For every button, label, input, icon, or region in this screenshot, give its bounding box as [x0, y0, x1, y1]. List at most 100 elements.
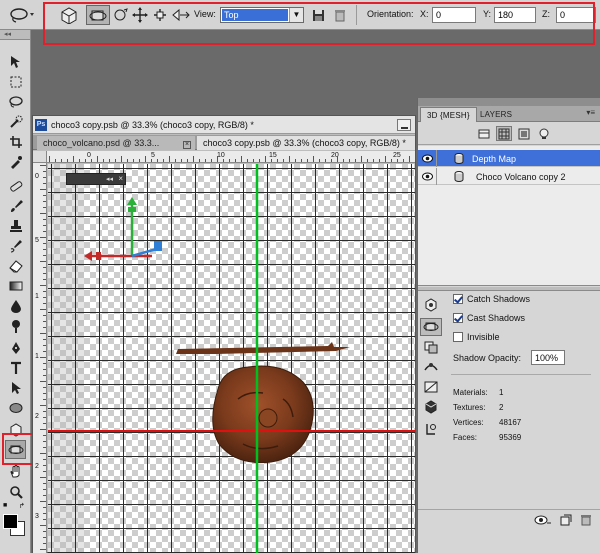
new-item-icon[interactable]	[560, 514, 572, 526]
quick-selection-tool[interactable]	[5, 112, 26, 131]
invisible-checkbox[interactable]	[453, 332, 463, 342]
toolbox-grip[interactable]: ◂◂	[0, 30, 30, 40]
3d-roll-tool[interactable]	[86, 5, 110, 25]
panel-menu-icon[interactable]: ▾≡	[586, 108, 595, 117]
panel-tab-bar: 3D {MESH} LAYERS ▾≡	[418, 106, 600, 122]
cast-shadows-checkbox[interactable]	[453, 313, 463, 323]
shadow-opacity-input[interactable]: 100%	[531, 350, 565, 365]
crop-tool[interactable]	[5, 132, 26, 151]
3d-axis-mini-panel[interactable]: ◂◂ ×	[66, 173, 126, 185]
ruler-tick	[43, 327, 46, 328]
tab-choco-volcano[interactable]: choco_volcano.psd @ 33.3...	[37, 136, 195, 150]
3d-scale-tool[interactable]	[170, 5, 192, 25]
trash-icon[interactable]	[580, 514, 592, 526]
light-filter-button[interactable]	[536, 126, 552, 141]
mesh-slide-button[interactable]	[420, 358, 442, 376]
default-colors-icon[interactable]: ■	[3, 502, 7, 509]
clone-stamp-tool[interactable]	[5, 216, 26, 235]
tab-label: choco_volcano.psd @ 33.3...	[43, 138, 160, 148]
material-filter-button[interactable]	[516, 126, 532, 141]
mesh-transform-button[interactable]	[420, 398, 442, 416]
horizontal-ruler[interactable]: 0 5 10 15 20 25	[47, 151, 415, 163]
mesh-filter-button[interactable]	[496, 126, 512, 141]
lasso-tool[interactable]	[5, 92, 26, 111]
ruler-tick	[40, 213, 46, 214]
3d-slide-tool[interactable]	[150, 5, 170, 25]
type-tool[interactable]	[5, 358, 26, 377]
3d-roll-camera-tool[interactable]	[110, 5, 130, 25]
save-view-button[interactable]	[310, 5, 326, 25]
mesh-roll-button[interactable]	[420, 318, 442, 336]
scene-item-choco-volcano[interactable]: Choco Volcano copy 2	[418, 168, 600, 185]
canvas[interactable]: ◂◂ ×	[48, 164, 415, 553]
eraser-tool[interactable]	[5, 256, 26, 275]
ruler-number: 1	[35, 293, 39, 300]
mesh-cube-icon	[425, 400, 437, 414]
mesh-scale-button[interactable]	[420, 378, 442, 396]
mesh-pan-button[interactable]	[420, 338, 442, 356]
scene-item-depth-map[interactable]: Depth Map	[418, 150, 600, 167]
visibility-eye-icon[interactable]	[422, 172, 433, 181]
panel-splitter[interactable]	[418, 287, 600, 291]
view-select[interactable]: Top ▼	[220, 7, 304, 23]
stamp-icon	[9, 219, 22, 232]
cast-shadows-row[interactable]: Cast Shadows	[453, 311, 525, 325]
hand-tool[interactable]	[5, 462, 26, 481]
foreground-color-swatch[interactable]	[3, 514, 18, 529]
tab-layers[interactable]: LAYERS	[474, 107, 518, 122]
tab-choco3-copy[interactable]: choco3 copy.psb @ 33.3% (choco3 copy, RG…	[197, 136, 415, 150]
orientation-x-input[interactable]: 0	[432, 7, 476, 23]
stat-label: Vertices:	[453, 418, 484, 427]
healing-brush-tool[interactable]	[5, 176, 26, 195]
mesh-rotate-button[interactable]	[420, 296, 442, 314]
gradient-tool[interactable]	[5, 276, 26, 295]
ruler-origin[interactable]	[33, 151, 47, 163]
document-titlebar[interactable]: Ps choco3 copy.psb @ 33.3% (choco3 copy,…	[33, 116, 415, 134]
minimize-button[interactable]	[397, 119, 411, 131]
3d-camera-tool[interactable]	[5, 440, 26, 459]
mesh-reset-button[interactable]	[420, 420, 442, 438]
swap-colors-icon[interactable]: ↱	[19, 502, 25, 510]
invisible-row[interactable]: Invisible	[453, 330, 500, 344]
catch-shadows-checkbox[interactable]	[453, 294, 463, 304]
3d-pan-tool[interactable]	[130, 5, 150, 25]
move-tool[interactable]	[5, 52, 26, 71]
delete-view-button[interactable]	[332, 5, 348, 25]
save-view-icon	[312, 9, 324, 21]
3d-object-rotate-tool[interactable]	[5, 420, 26, 439]
marquee-tool[interactable]	[5, 72, 26, 91]
history-brush-tool[interactable]	[5, 236, 26, 255]
zoom-tool[interactable]	[5, 482, 26, 501]
tab-close-button[interactable]: ×	[177, 136, 191, 150]
toggle-overlays-icon[interactable]	[534, 514, 552, 526]
shape-tool[interactable]	[5, 398, 26, 417]
depth-map-strip[interactable]	[176, 342, 350, 354]
orientation-z-input[interactable]: 0	[556, 7, 596, 23]
chevron-down-icon[interactable]: ▼	[289, 8, 303, 22]
panel-grip[interactable]	[418, 98, 600, 106]
catch-shadows-row[interactable]: Catch Shadows	[453, 292, 530, 306]
tab-3d-mesh[interactable]: 3D {MESH}	[420, 107, 477, 122]
close-icon[interactable]: ×	[118, 174, 123, 183]
stat-vertices: Vertices: 48167	[453, 418, 521, 427]
orientation-y-input[interactable]: 180	[494, 7, 536, 23]
ruler-tick	[40, 261, 46, 262]
blur-tool[interactable]	[5, 296, 26, 315]
ruler-tick	[43, 543, 46, 544]
brush-tool[interactable]	[5, 196, 26, 215]
ruler-tick	[43, 393, 46, 394]
3d-axis-widget[interactable]	[84, 197, 162, 261]
visibility-eye-icon[interactable]	[422, 154, 433, 163]
ruler-tick	[43, 513, 46, 514]
path-selection-tool[interactable]	[5, 378, 26, 397]
tool-preset-picker[interactable]	[8, 5, 38, 25]
scene-filter-button[interactable]	[476, 126, 492, 141]
panel-expand-icon[interactable]: ◂◂	[106, 175, 113, 183]
pen-tool[interactable]	[5, 338, 26, 357]
dodge-tool[interactable]	[5, 316, 26, 335]
ruler-number: 15	[269, 152, 277, 159]
ruler-tick	[73, 156, 74, 162]
vertical-ruler[interactable]: 0 5 1 1 2 2 3	[33, 163, 47, 553]
eyedropper-tool[interactable]	[5, 152, 26, 171]
3d-rotate-tool[interactable]	[56, 5, 80, 25]
